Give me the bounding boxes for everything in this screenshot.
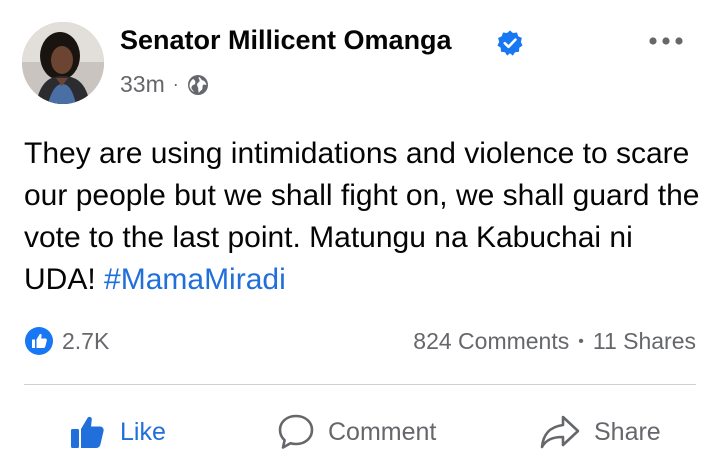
timestamp[interactable]: 33m [120, 71, 165, 98]
shares-count-link[interactable]: 11 Shares [593, 328, 696, 355]
action-bar: Like Comment Share [0, 404, 720, 460]
like-reaction-icon [25, 327, 53, 355]
hashtag-link[interactable]: #MamaMiradi [104, 263, 286, 296]
like-button[interactable]: Like [68, 404, 166, 460]
engagement-separator: • [578, 332, 584, 350]
comments-count-link[interactable]: 824 Comments [413, 328, 569, 355]
verified-badge-icon [497, 30, 523, 56]
more-options-button[interactable] [640, 22, 692, 60]
comment-label: Comment [328, 417, 437, 446]
avatar[interactable] [22, 22, 104, 104]
reactions-summary[interactable]: 2.7K [24, 326, 109, 356]
reaction-count: 2.7K [62, 327, 110, 354]
engagement-summary: 824 Comments • 11 Shares [413, 328, 696, 355]
post-meta: 33m · [120, 71, 209, 98]
share-button[interactable]: Share [538, 404, 661, 460]
comment-button[interactable]: Comment [276, 404, 436, 460]
share-label: Share [594, 417, 661, 446]
profile-photo [22, 22, 104, 104]
thumbs-up-icon [71, 416, 104, 448]
author-name[interactable]: Senator Millicent Omanga [120, 25, 452, 56]
post-text: They are using intimidations and violenc… [24, 133, 704, 301]
meta-separator: · [172, 74, 179, 94]
globe-icon [187, 74, 208, 95]
share-icon [540, 415, 580, 449]
like-label: Like [120, 417, 166, 446]
more-options-icon [649, 37, 683, 45]
comment-icon [278, 414, 314, 449]
divider [24, 384, 696, 385]
